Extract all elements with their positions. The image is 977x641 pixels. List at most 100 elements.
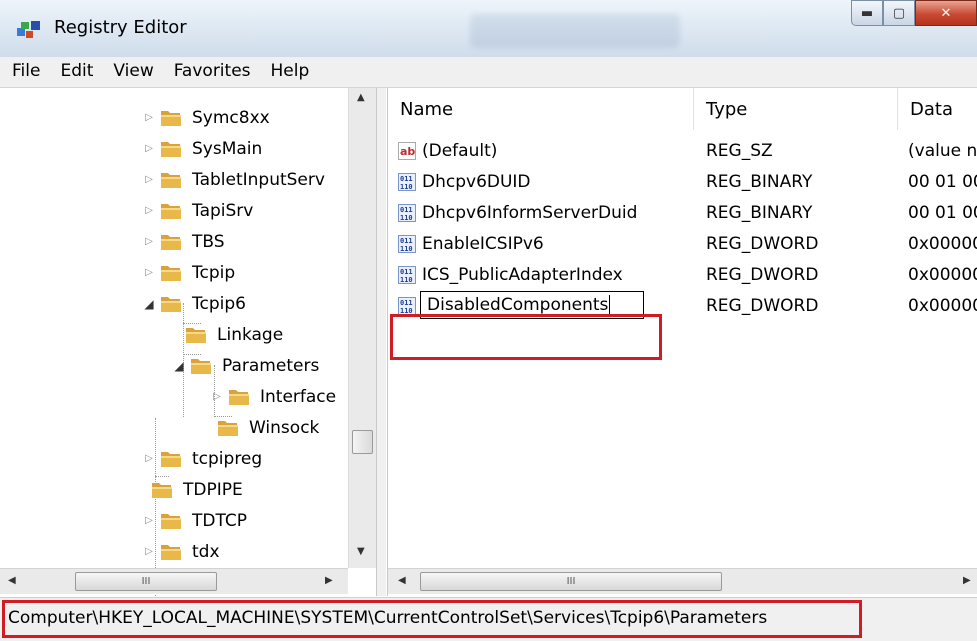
maximize-icon: ▢ <box>892 5 906 21</box>
key-tree[interactable]: ▷ Symc8xx ▷ SysMain ▷ TabletInputServ ▷ TapiSrv… <box>0 88 377 596</box>
expand-arrow-icon[interactable]: ▷ <box>142 142 156 156</box>
svg-text:011: 011 <box>400 299 413 307</box>
value-row[interactable]: 011 110 Dhcpv6DUID REG_BINARY 00 01 00 <box>388 166 977 197</box>
svg-text:110: 110 <box>400 183 413 191</box>
value-row[interactable]: 011 110 EnableICSIPv6 REG_DWORD 0x00000 <box>388 228 977 259</box>
expand-arrow-icon[interactable]: ▷ <box>142 173 156 187</box>
folder-icon <box>161 452 181 467</box>
tree-item-tdx[interactable]: ▷ tdx <box>142 536 220 567</box>
column-header-data[interactable]: Data <box>898 88 977 130</box>
collapse-arrow-icon[interactable]: ◢ <box>172 359 186 373</box>
expand-arrow-icon[interactable]: ▷ <box>142 266 156 280</box>
scroll-down-icon[interactable]: ▼ <box>357 546 365 557</box>
highlight-box-status-path <box>2 600 862 638</box>
list-horizontal-scrollbar[interactable]: ◀ III ▶ <box>388 568 977 594</box>
svg-text:110: 110 <box>400 214 413 222</box>
menu-view[interactable]: View <box>101 57 161 87</box>
tree-item-label: Tcpip6 <box>192 293 246 314</box>
tree-item-linkage[interactable]: Linkage <box>185 319 283 350</box>
close-icon: ✕ <box>940 5 952 21</box>
folder-icon <box>161 297 181 312</box>
tree-item-winsock[interactable]: Winsock <box>217 412 319 443</box>
folder-icon <box>161 204 181 219</box>
svg-text:011: 011 <box>400 268 413 276</box>
expand-arrow-icon[interactable]: ▷ <box>210 390 224 404</box>
tree-item-interface[interactable]: ▷ Interface <box>210 381 336 412</box>
tree-horizontal-scroll-thumb[interactable]: III <box>75 572 217 591</box>
column-header-type[interactable]: Type <box>694 88 898 130</box>
tree-item-tcpipreg[interactable]: ▷ tcpipreg <box>142 443 262 474</box>
tree-item-tbs[interactable]: ▷ TBS <box>142 226 225 257</box>
window-title: Registry Editor <box>54 17 187 38</box>
value-type: REG_DWORD <box>706 233 819 254</box>
tree-item-label: Symc8xx <box>192 107 270 128</box>
expand-arrow-icon[interactable]: ▷ <box>142 235 156 249</box>
expand-arrow-icon[interactable]: ▷ <box>142 452 156 466</box>
tree-item-sysmain[interactable]: ▷ SysMain <box>142 133 262 164</box>
tree-item-label: SysMain <box>192 138 263 159</box>
svg-text:011: 011 <box>400 237 413 245</box>
folder-icon <box>186 328 206 343</box>
folder-icon <box>161 173 181 188</box>
value-type: REG_DWORD <box>706 295 819 316</box>
expand-arrow-icon[interactable]: ▷ <box>142 514 156 528</box>
menu-help[interactable]: Help <box>259 57 318 87</box>
value-name: Dhcpv6InformServerDuid <box>422 202 638 223</box>
folder-icon <box>161 545 181 560</box>
tree-item-label: tcpipreg <box>192 448 263 469</box>
value-row[interactable]: 011 110 Dhcpv6InformServerDuid REG_BINARY 00… <box>388 197 977 228</box>
tree-item-label: TabletInputServ <box>192 169 325 190</box>
expand-arrow-icon[interactable]: ▷ <box>142 545 156 559</box>
value-data: 00 01 00 <box>908 202 977 223</box>
menu-file[interactable]: File <box>0 57 48 87</box>
pane-splitter[interactable] <box>377 88 386 596</box>
value-data: 0x00000 <box>908 233 977 254</box>
tree-item-label: TDPIPE <box>183 479 243 500</box>
scroll-up-icon[interactable]: ▲ <box>357 92 365 103</box>
svg-text:ab: ab <box>400 145 415 158</box>
tree-item-tdtcp[interactable]: ▷ TDTCP <box>142 505 247 536</box>
tree-vertical-scrollbar[interactable]: ▲ ▼ <box>348 88 376 568</box>
svg-text:011: 011 <box>400 206 413 214</box>
menu-edit[interactable]: Edit <box>48 57 101 87</box>
blurred-title-area <box>470 14 680 48</box>
rename-input-value: DisabledComponents <box>427 295 609 315</box>
svg-text:110: 110 <box>400 245 413 253</box>
binary-value-icon: 011110 <box>398 265 416 284</box>
menu-favorites[interactable]: Favorites <box>162 57 259 87</box>
column-header-name[interactable]: Name <box>388 88 694 130</box>
tree-item-tapisrv[interactable]: ▷ TapiSrv <box>142 195 253 226</box>
tree-item-tcpip[interactable]: ▷ Tcpip <box>142 257 235 288</box>
value-data: 0x00000 <box>908 264 977 285</box>
tree-item-tdpipe[interactable]: TDPIPE <box>151 474 243 505</box>
tree-item-symc8xx[interactable]: ▷ Symc8xx <box>142 102 270 133</box>
value-row[interactable]: 011 110 ICS_PublicAdapterIndex REG_DWORD 0x0… <box>388 259 977 290</box>
scroll-right-icon[interactable]: ▶ <box>963 575 971 586</box>
scroll-left-icon[interactable]: ◀ <box>8 575 16 586</box>
maximize-button[interactable]: ▢ <box>883 0 915 26</box>
tree-vertical-scroll-thumb[interactable] <box>352 430 373 454</box>
collapse-arrow-icon[interactable]: ◢ <box>142 297 156 311</box>
tree-item-label: tdx <box>192 541 220 562</box>
value-row[interactable]: ab (Default) REG_SZ (value n <box>388 135 977 166</box>
expand-arrow-icon[interactable]: ▷ <box>142 204 156 218</box>
list-horizontal-scroll-thumb[interactable]: III <box>420 572 722 591</box>
value-type: REG_BINARY <box>706 171 813 192</box>
scroll-right-icon[interactable]: ▶ <box>325 575 333 586</box>
value-type: REG_BINARY <box>706 202 813 223</box>
value-type: REG_SZ <box>706 140 773 161</box>
tree-item-tcpip6[interactable]: ◢ Tcpip6 <box>142 288 246 319</box>
registry-editor-icon <box>17 21 40 38</box>
folder-icon <box>161 514 181 529</box>
minimize-button[interactable]: ▬ <box>851 0 883 26</box>
folder-icon <box>229 390 249 405</box>
tree-item-tabletinputserv[interactable]: ▷ TabletInputServ <box>142 164 325 195</box>
binary-value-icon: 011110 <box>398 172 416 191</box>
folder-icon <box>161 266 181 281</box>
scroll-left-icon[interactable]: ◀ <box>398 575 406 586</box>
tree-item-parameters[interactable]: ◢ Parameters <box>172 350 319 381</box>
close-button[interactable]: ✕ <box>915 0 977 26</box>
tree-horizontal-scrollbar[interactable]: ◀ III ▶ <box>0 568 348 594</box>
tree-item-label: TBS <box>192 231 225 252</box>
expand-arrow-icon[interactable]: ▷ <box>142 111 156 125</box>
